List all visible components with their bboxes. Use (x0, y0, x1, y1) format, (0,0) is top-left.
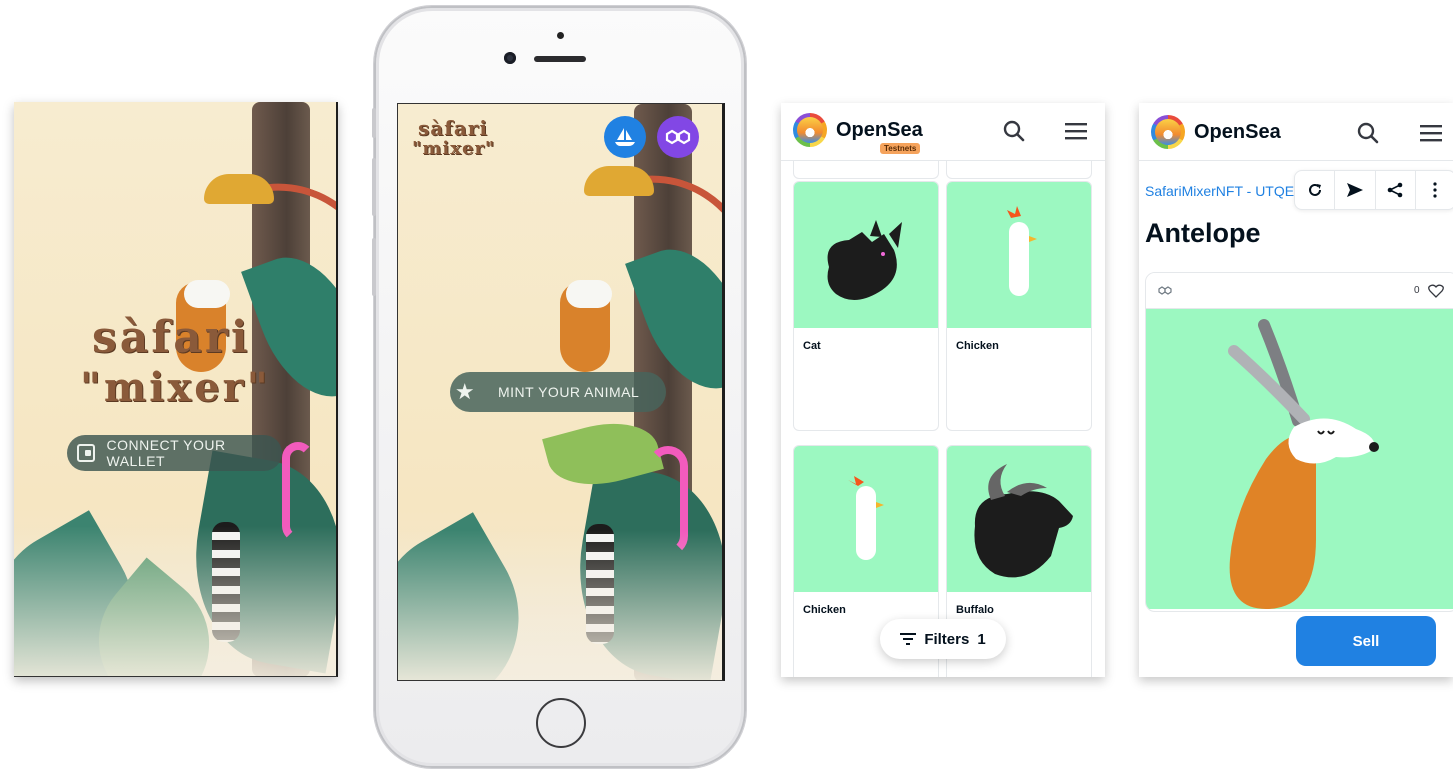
volume-down-button (372, 158, 376, 216)
antelope-illustration (1228, 319, 1379, 609)
share-icon (1387, 182, 1403, 198)
opensea-logo-icon[interactable] (1151, 115, 1185, 149)
sell-label: Sell (1352, 632, 1380, 650)
filters-count: 1 (977, 630, 986, 648)
nft-card-chicken[interactable]: Chicken (946, 181, 1092, 431)
menu-button[interactable] (1062, 117, 1090, 145)
opensea-header: OpenSea (1139, 103, 1453, 161)
nft-image (794, 446, 938, 592)
front-camera (504, 52, 516, 64)
heart-icon[interactable] (1428, 284, 1444, 298)
search-button[interactable] (1000, 117, 1028, 145)
cat-illustration (827, 220, 902, 301)
hat-shape (204, 174, 274, 204)
filters-label: Filters (924, 630, 970, 648)
nft-card-cat[interactable]: Cat (793, 181, 939, 431)
item-media-card: 0 (1145, 272, 1453, 612)
mint-screen: sàfari "mixer" ★ MINT YOUR ANIMAL (397, 103, 725, 681)
refresh-button[interactable] (1295, 171, 1336, 209)
nft-image (947, 446, 1091, 592)
connect-wallet-label: CONNECT YOUR WALLET (106, 437, 226, 469)
filters-button[interactable]: Filters 1 (880, 619, 1006, 659)
hat-shape (584, 166, 654, 196)
search-button[interactable] (1354, 119, 1382, 147)
opensea-button[interactable] (604, 116, 646, 158)
opensea-collection-screen: OpenSea Testnets Cat Chicken Chicken Buf… (781, 103, 1105, 677)
chicken-illustration (848, 476, 884, 560)
hamburger-icon (1420, 125, 1442, 142)
proximity-sensor (557, 32, 564, 39)
search-icon (1357, 122, 1379, 144)
menu-button[interactable] (1417, 119, 1445, 147)
testnets-badge: Testnets (880, 143, 921, 154)
transfer-button[interactable] (1335, 171, 1376, 209)
nft-name: Cat (803, 340, 821, 352)
mute-button (372, 238, 376, 296)
mint-animal-label: MINT YOUR ANIMAL (498, 384, 640, 400)
search-icon (1003, 120, 1025, 142)
earpiece-speaker (534, 56, 586, 62)
polygon-icon (665, 129, 691, 145)
phone-frame: sàfari "mixer" ★ MINT YOUR ANIMAL (372, 6, 746, 768)
opensea-brand: OpenSea (836, 119, 923, 141)
item-title: Antelope (1145, 218, 1261, 248)
collection-link[interactable]: SafariMixerNFT - UTQE (1145, 183, 1295, 199)
partial-row-above (793, 161, 939, 179)
volume-up-button (372, 108, 376, 138)
media-card-header: 0 (1146, 273, 1453, 309)
wallet-icon (77, 444, 95, 462)
filter-icon (900, 633, 917, 645)
nft-name: Chicken (803, 604, 846, 616)
opensea-logo-icon[interactable] (793, 113, 827, 147)
polygon-button[interactable] (657, 116, 699, 158)
partial-row-above (946, 161, 1092, 179)
star-icon: ★ (454, 379, 476, 404)
opensea-sailboat-icon (615, 128, 635, 146)
more-options-button[interactable] (1416, 171, 1453, 209)
mint-animal-button[interactable]: ★ MINT YOUR ANIMAL (450, 372, 666, 412)
logo-line1: sàfari (92, 312, 251, 363)
chicken-illustration (1007, 206, 1037, 296)
logo-line2: "mixer" (412, 138, 496, 159)
item-image (1146, 309, 1453, 609)
chain-link-icon (1158, 286, 1172, 295)
nft-name: Buffalo (956, 604, 994, 616)
sell-button[interactable]: Sell (1296, 616, 1436, 666)
opensea-brand: OpenSea (1194, 121, 1281, 143)
home-button[interactable] (536, 698, 586, 748)
hamburger-icon (1065, 123, 1087, 140)
item-action-toolbar (1294, 170, 1453, 210)
connect-wallet-button[interactable]: CONNECT YOUR WALLET (67, 435, 282, 471)
favorite-count: 0 (1414, 285, 1420, 296)
antelope-head (566, 280, 612, 308)
antelope-head (184, 280, 230, 308)
logo-line1: sàfari (418, 116, 488, 140)
nft-name: Chicken (956, 340, 999, 352)
bottom-fade (14, 526, 336, 676)
bottom-fade (398, 530, 722, 680)
buffalo-illustration (974, 464, 1073, 578)
wallet-connect-screen: sàfari "mixer" CONNECT YOUR WALLET (14, 102, 338, 677)
share-button[interactable] (1376, 171, 1416, 209)
nft-image (794, 182, 938, 328)
send-icon (1346, 183, 1363, 197)
opensea-item-screen: OpenSea SafariMixerNFT - UTQE Antelope 0 (1139, 103, 1453, 677)
refresh-icon (1308, 183, 1321, 196)
kebab-icon (1433, 182, 1437, 198)
opensea-header: OpenSea Testnets (781, 103, 1105, 161)
logo-line2: "mixer" (80, 364, 271, 411)
nft-image (947, 182, 1091, 328)
